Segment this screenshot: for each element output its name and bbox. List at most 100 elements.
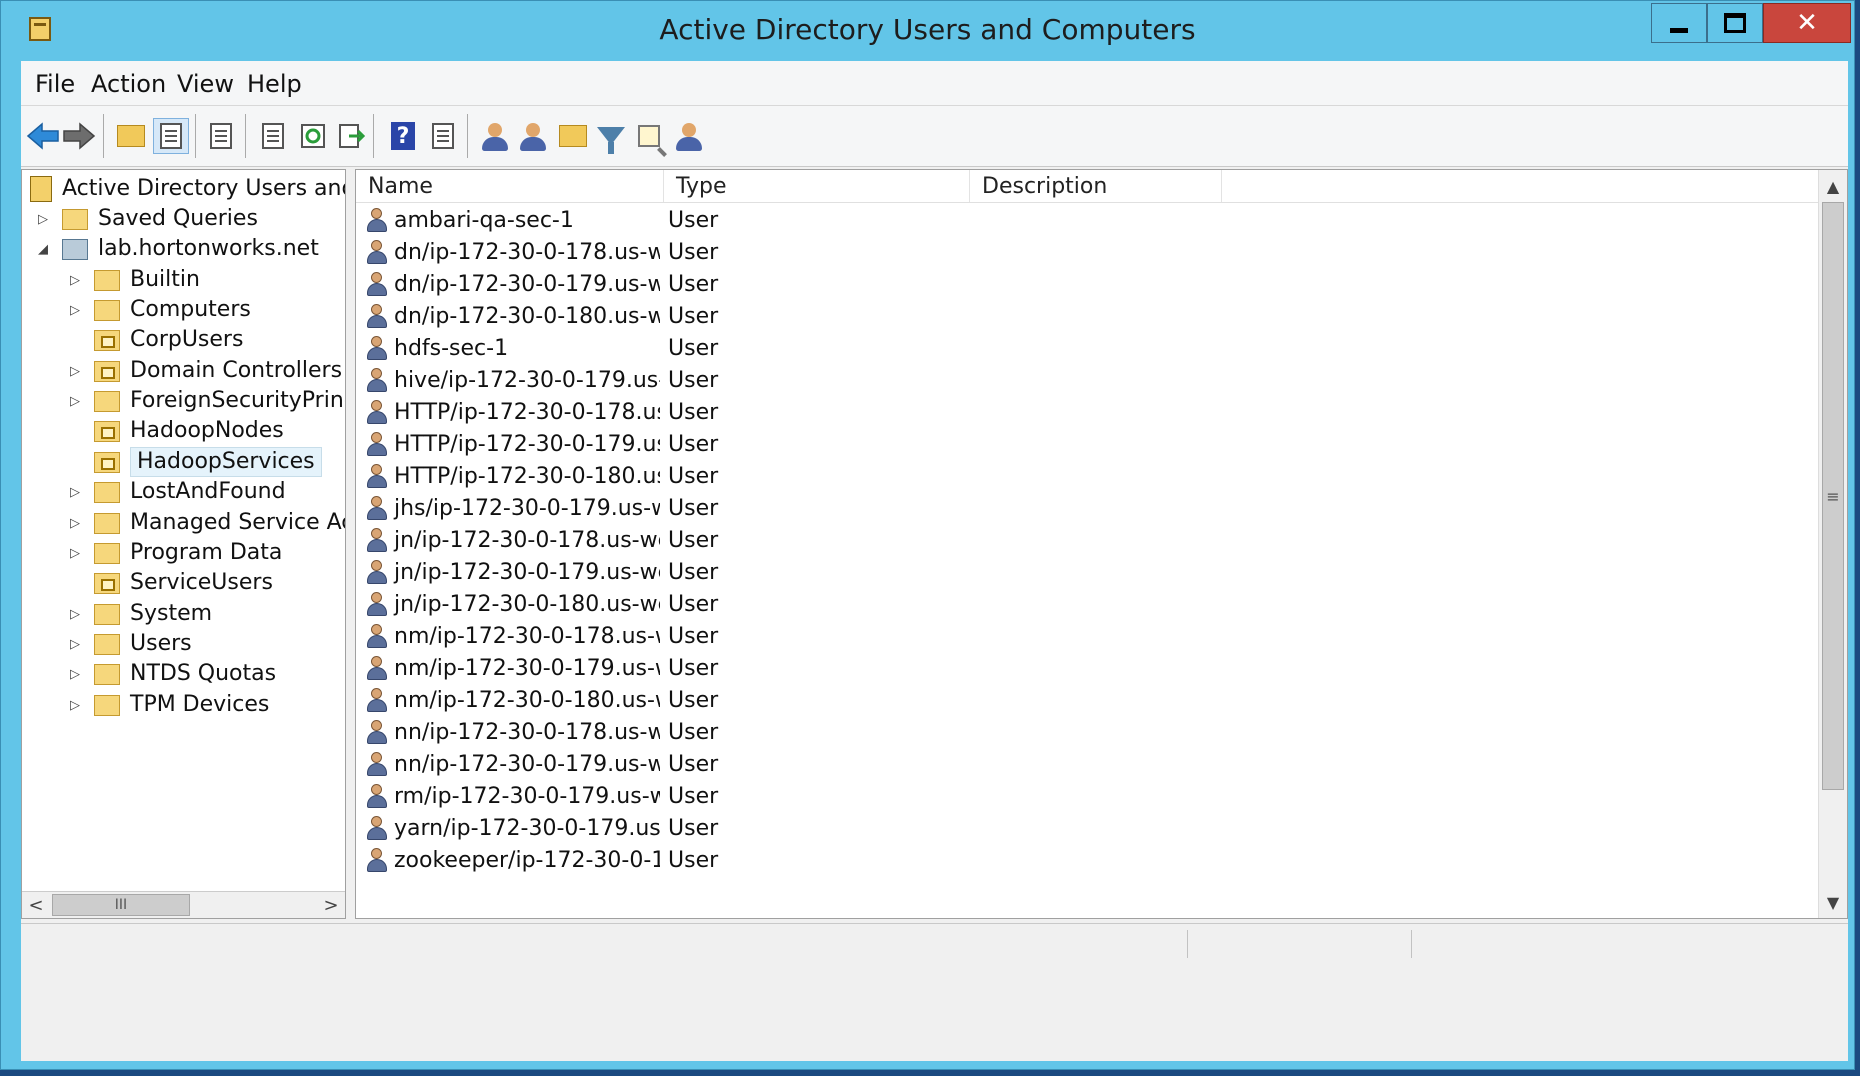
scroll-left-arrow[interactable]: < <box>22 892 50 918</box>
column-header-type[interactable]: Type <box>664 170 970 202</box>
tree-item-label: HadoopNodes <box>130 418 284 443</box>
expand-icon[interactable]: ▷ <box>68 364 82 379</box>
export-list-button[interactable] <box>333 118 369 154</box>
console-tree[interactable]: Active Directory Users and Com ▷ Saved Q… <box>21 169 346 919</box>
tree-item-managed-service-accounts[interactable]: ▷ Managed Service Accour <box>68 508 345 538</box>
table-row[interactable]: jn/ip-172-30-0-180.us-west-... User <box>356 588 966 620</box>
user-name: jhs/ip-172-30-0-179.us-west... <box>394 495 660 521</box>
tree-item-domain-controllers[interactable]: ▷ Domain Controllers <box>68 356 342 386</box>
menu-view[interactable]: View <box>177 70 234 98</box>
folder-icon <box>94 481 120 503</box>
ou-folder-icon <box>94 329 120 351</box>
expand-icon[interactable]: ▷ <box>68 546 82 561</box>
maximize-button[interactable] <box>1707 3 1763 43</box>
table-row[interactable]: hdfs-sec-1 User <box>356 332 966 364</box>
show-action-pane-button[interactable] <box>425 118 461 154</box>
expand-icon[interactable]: ▷ <box>68 394 82 409</box>
tree-item-hadoopservices[interactable]: HadoopServices <box>68 447 322 477</box>
table-row[interactable]: ambari-qa-sec-1 User <box>356 204 966 236</box>
properties-button[interactable] <box>255 118 291 154</box>
table-row[interactable]: jn/ip-172-30-0-178.us-west-... User <box>356 524 966 556</box>
table-row[interactable]: HTTP/ip-172-30-0-179.us-w... User <box>356 428 966 460</box>
tree-item-label: LostAndFound <box>130 479 286 504</box>
table-row[interactable]: dn/ip-172-30-0-179.us-west... User <box>356 268 966 300</box>
expand-icon[interactable]: ▷ <box>68 607 82 622</box>
new-group-button[interactable] <box>515 118 551 154</box>
help-icon: ? <box>391 122 415 150</box>
add-to-group-button[interactable] <box>671 118 707 154</box>
table-row[interactable]: hive/ip-172-30-0-179.us-we... User <box>356 364 966 396</box>
list-vertical-scrollbar[interactable]: ▲ ≡ ▼ <box>1818 170 1847 918</box>
column-header-name[interactable]: Name <box>356 170 664 202</box>
tree-item-ntds-quotas[interactable]: ▷ NTDS Quotas <box>68 659 276 689</box>
table-row[interactable]: jn/ip-172-30-0-179.us-west-... User <box>356 556 966 588</box>
menu-file[interactable]: File <box>35 70 75 98</box>
tree-item-foreign-security-principals[interactable]: ▷ ForeignSecurityPrincipals <box>68 386 345 416</box>
help-button[interactable]: ? <box>385 118 421 154</box>
scroll-thumb[interactable]: III <box>52 894 190 916</box>
tree-item-builtin[interactable]: ▷ Builtin <box>68 265 200 295</box>
menu-action[interactable]: Action <box>91 70 166 98</box>
minimize-button[interactable] <box>1651 3 1707 43</box>
clipboard-button[interactable] <box>203 118 239 154</box>
close-button[interactable]: ✕ <box>1763 3 1851 43</box>
table-row[interactable]: yarn/ip-172-30-0-179.us-we... User <box>356 812 966 844</box>
tree-item-serviceusers[interactable]: ServiceUsers <box>68 568 273 598</box>
tree-item-system[interactable]: ▷ System <box>68 599 212 629</box>
new-user-button[interactable] <box>477 118 513 154</box>
scroll-up-arrow[interactable]: ▲ <box>1819 172 1847 200</box>
expand-icon[interactable]: ▷ <box>68 637 82 652</box>
filter-button[interactable] <box>593 118 629 154</box>
table-row[interactable]: nn/ip-172-30-0-178.us-west... User <box>356 716 966 748</box>
scroll-down-arrow[interactable]: ▼ <box>1819 888 1847 916</box>
column-header-description[interactable]: Description <box>970 170 1222 202</box>
show-hide-console-tree-button[interactable] <box>153 118 189 154</box>
tree-item-tpm-devices[interactable]: ▷ TPM Devices <box>68 690 269 720</box>
find-button[interactable] <box>631 118 667 154</box>
scroll-thumb[interactable]: ≡ <box>1822 202 1844 790</box>
expand-icon[interactable]: ▷ <box>68 303 82 318</box>
details-list-view[interactable]: Name Type Description ambari-qa-sec-1 Use… <box>355 169 1848 919</box>
up-one-level-button[interactable] <box>113 118 149 154</box>
table-row[interactable]: dn/ip-172-30-0-178.us-west... User <box>356 236 966 268</box>
expand-icon[interactable]: ▷ <box>68 516 82 531</box>
expand-icon[interactable]: ▷ <box>68 667 82 682</box>
tree-item-hadoopnodes[interactable]: HadoopNodes <box>68 416 284 446</box>
collapse-icon[interactable]: ◢ <box>36 242 50 257</box>
scroll-right-arrow[interactable]: > <box>317 892 345 918</box>
refresh-button[interactable] <box>295 118 331 154</box>
tree-item-label: NTDS Quotas <box>130 661 277 686</box>
new-ou-button[interactable] <box>555 118 591 154</box>
table-row[interactable]: nm/ip-172-30-0-178.us-wes... User <box>356 620 966 652</box>
expand-icon[interactable]: ▷ <box>68 485 82 500</box>
menu-help[interactable]: Help <box>247 70 302 98</box>
title-bar[interactable]: Active Directory Users and Computers ✕ <box>1 1 1854 61</box>
tree-item-corpusers[interactable]: CorpUsers <box>68 325 243 355</box>
tree-root[interactable]: Active Directory Users and Com <box>30 174 345 204</box>
tree-item-saved-queries[interactable]: ▷ Saved Queries <box>36 204 258 234</box>
table-row[interactable]: dn/ip-172-30-0-180.us-west... User <box>356 300 966 332</box>
tree-horizontal-scrollbar[interactable]: < III > <box>22 891 345 918</box>
forward-button[interactable] <box>61 118 97 154</box>
expand-icon[interactable]: ▷ <box>68 273 82 288</box>
table-row[interactable]: zookeeper/ip-172-30-0-178.... User <box>356 844 966 876</box>
table-row[interactable]: nm/ip-172-30-0-179.us-wes... User <box>356 652 966 684</box>
user-name: nm/ip-172-30-0-179.us-wes... <box>394 655 660 681</box>
table-row[interactable]: nm/ip-172-30-0-180.us-wes... User <box>356 684 966 716</box>
table-row[interactable]: jhs/ip-172-30-0-179.us-west... User <box>356 492 966 524</box>
table-row[interactable]: nn/ip-172-30-0-179.us-west... User <box>356 748 966 780</box>
tree-item-lostandfound[interactable]: ▷ LostAndFound <box>68 477 286 507</box>
expand-icon[interactable]: ▷ <box>68 698 82 713</box>
table-row[interactable]: HTTP/ip-172-30-0-178.us-w... User <box>356 396 966 428</box>
expand-icon[interactable]: ▷ <box>36 212 50 227</box>
new-user-icon <box>482 123 508 151</box>
tree-item-users[interactable]: ▷ Users <box>68 629 192 659</box>
table-row[interactable]: HTTP/ip-172-30-0-180.us-w... User <box>356 460 966 492</box>
tree-item-domain[interactable]: ◢ lab.hortonworks.net <box>36 234 319 264</box>
back-button[interactable] <box>25 118 61 154</box>
table-row[interactable]: rm/ip-172-30-0-179.us-west... User <box>356 780 966 812</box>
tree-item-program-data[interactable]: ▷ Program Data <box>68 538 282 568</box>
tree-item-computers[interactable]: ▷ Computers <box>68 295 251 325</box>
ou-folder-icon <box>94 572 120 594</box>
tree-item-label: CorpUsers <box>130 327 244 352</box>
